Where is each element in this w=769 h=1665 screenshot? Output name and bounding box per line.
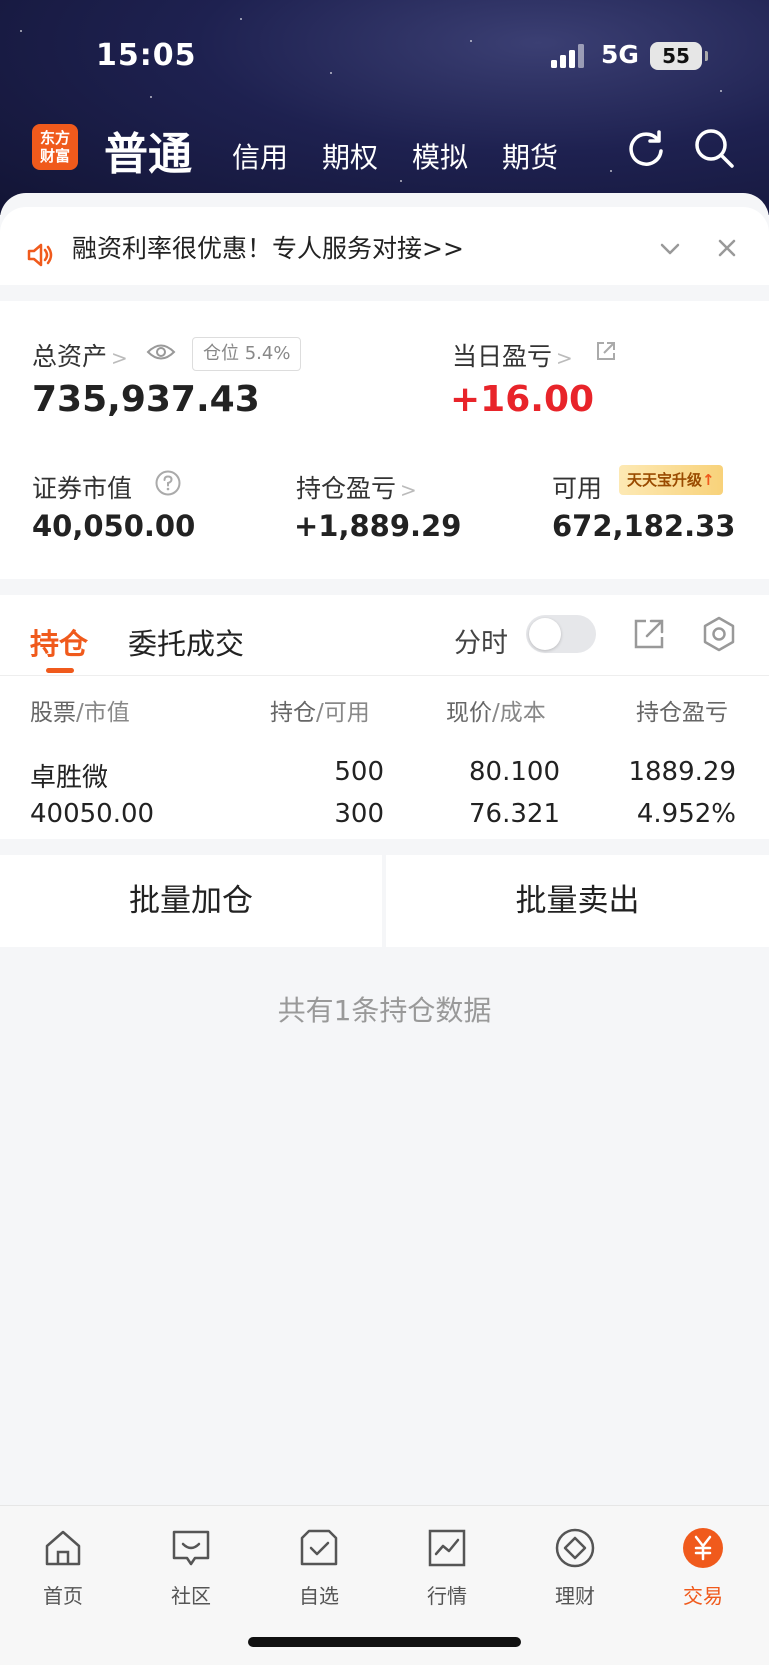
help-icon[interactable] bbox=[154, 469, 182, 497]
position-pl: 1889.29 bbox=[628, 757, 736, 787]
eye-icon[interactable] bbox=[146, 341, 176, 363]
total-assets-label[interactable]: 总资产 > bbox=[32, 337, 128, 373]
share-icon[interactable] bbox=[594, 339, 618, 363]
column-header-pl[interactable]: 持仓盈亏 bbox=[636, 693, 769, 727]
nav-home[interactable]: 首页 bbox=[18, 1526, 108, 1609]
available-label: 可用 bbox=[552, 474, 603, 503]
home-icon bbox=[45, 1530, 81, 1566]
divider bbox=[0, 675, 769, 676]
holding-qty: 500 bbox=[334, 757, 384, 787]
speaker-icon bbox=[27, 243, 53, 267]
yuan-icon bbox=[683, 1528, 723, 1568]
batch-actions: 批量加仓 批量卖出 bbox=[0, 855, 769, 947]
stock-market-value: 40050.00 bbox=[30, 799, 155, 829]
asset-summary: 总资产 > 仓位 5.4% 735,937.43 当日盈亏 > +16.00 证券市… bbox=[0, 301, 769, 579]
cost-price: 76.321 bbox=[469, 799, 560, 829]
main-sheet: 融资利率很优惠！专人服务对接>> 总资产 > 仓位 5.4% 735,937.43… bbox=[0, 193, 769, 1665]
tab-simulation[interactable]: 模拟 bbox=[412, 136, 468, 176]
chart-icon bbox=[428, 1529, 466, 1567]
stock-name: 卓胜微 bbox=[30, 763, 109, 793]
available-qty: 300 bbox=[334, 799, 384, 829]
search-icon[interactable] bbox=[692, 126, 736, 170]
market-value: 40,050.00 bbox=[32, 509, 196, 543]
nav-watchlist[interactable]: 自选 bbox=[274, 1526, 364, 1609]
chat-icon bbox=[172, 1530, 210, 1566]
arrow-up-icon: ↑ bbox=[702, 471, 715, 489]
chevron-down-icon[interactable] bbox=[658, 237, 682, 261]
nav-community[interactable]: 社区 bbox=[146, 1526, 236, 1609]
network-type: 5G bbox=[601, 40, 639, 69]
banner-text: 融资利率很优惠！专人服务对接>> bbox=[72, 234, 464, 263]
upgrade-badge[interactable]: 天天宝升级↑ bbox=[619, 465, 723, 495]
tab-active-indicator bbox=[46, 668, 74, 673]
position-ratio-badge: 仓位 5.4% bbox=[192, 337, 302, 371]
tab-credit[interactable]: 信用 bbox=[232, 136, 288, 176]
current-price: 80.100 bbox=[469, 757, 560, 787]
tab-positions[interactable]: 持仓 bbox=[30, 621, 88, 663]
top-header: 15:05 5G 55 东方 财富 普通 信用 期权 模拟 期货 bbox=[0, 0, 769, 215]
positions-panel: 持仓 委托成交 分时 股票/市值 持仓/可用 现价/成本 持仓盈亏 卓胜微 40… bbox=[0, 595, 769, 839]
batch-sell-button[interactable]: 批量卖出 bbox=[386, 855, 769, 947]
batch-add-button[interactable]: 批量加仓 bbox=[0, 855, 382, 947]
daily-pl-label[interactable]: 当日盈亏 > bbox=[452, 337, 573, 373]
home-indicator bbox=[248, 1637, 521, 1647]
column-header-stock[interactable]: 股票/市值 bbox=[30, 693, 130, 727]
holding-pl-label[interactable]: 持仓盈亏 > bbox=[296, 469, 417, 505]
total-assets-value: 735,937.43 bbox=[32, 379, 260, 420]
column-header-holding[interactable]: 持仓/可用 bbox=[270, 693, 370, 727]
tab-orders[interactable]: 委托成交 bbox=[128, 621, 244, 663]
refresh-icon[interactable] bbox=[624, 126, 668, 170]
tab-futures[interactable]: 期货 bbox=[502, 136, 558, 176]
signal-icon bbox=[551, 44, 585, 68]
holding-pl-value: +1,889.29 bbox=[294, 509, 462, 543]
nav-wealth[interactable]: 理财 bbox=[530, 1526, 620, 1609]
nav-market[interactable]: 行情 bbox=[402, 1526, 492, 1609]
close-icon[interactable] bbox=[716, 237, 738, 259]
tab-normal[interactable]: 普通 bbox=[104, 118, 192, 182]
export-icon[interactable] bbox=[632, 617, 666, 651]
nav-trade[interactable]: 交易 bbox=[658, 1526, 748, 1609]
timeshare-label: 分时 bbox=[454, 628, 508, 659]
settings-icon[interactable] bbox=[700, 615, 738, 653]
app-logo: 东方 财富 bbox=[32, 124, 78, 170]
battery-icon: 55 bbox=[650, 42, 708, 70]
watchlist-icon bbox=[300, 1529, 338, 1566]
daily-pl-value: +16.00 bbox=[450, 379, 595, 420]
positions-count: 共有1条持仓数据 bbox=[277, 994, 492, 1027]
tab-options[interactable]: 期权 bbox=[322, 136, 378, 176]
diamond-icon bbox=[555, 1528, 595, 1568]
position-pl-pct: 4.952% bbox=[636, 799, 736, 829]
timeshare-toggle[interactable] bbox=[526, 615, 596, 653]
status-time: 15:05 bbox=[96, 38, 197, 73]
column-header-price[interactable]: 现价/成本 bbox=[446, 693, 546, 727]
available-value: 672,182.33 bbox=[552, 509, 736, 543]
promo-banner[interactable]: 融资利率很优惠！专人服务对接>> bbox=[0, 207, 769, 285]
market-value-label: 证券市值 bbox=[32, 474, 133, 503]
